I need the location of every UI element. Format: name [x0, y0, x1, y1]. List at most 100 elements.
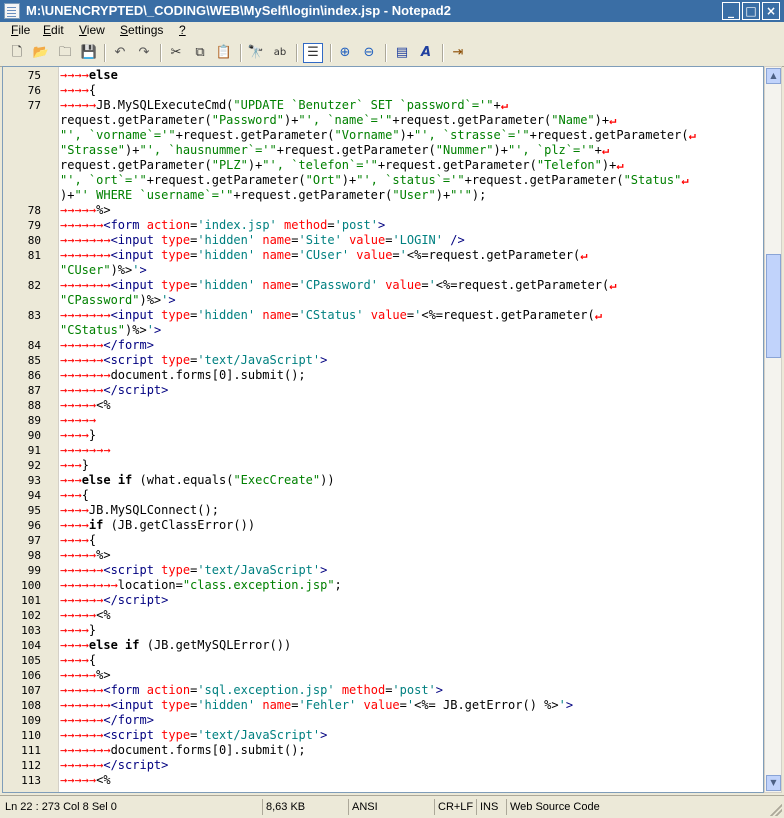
- code-line[interactable]: 98 →→→→→%>: [3, 548, 763, 563]
- code-line[interactable]: "', `vorname`='"+request.getParameter("V…: [3, 128, 763, 143]
- code-editor[interactable]: 75 →→→→else 76 →→→→{77 →→→→→JB.MySQLExecuteC…: [2, 66, 764, 793]
- code-line[interactable]: 80 →→→→→→→<input type='hidden' name='Site…: [3, 233, 763, 248]
- code-line[interactable]: 110 →→→→→→<script type='text/JavaScript'>: [3, 728, 763, 743]
- font-icon[interactable]: A: [416, 43, 436, 63]
- status-line-endings[interactable]: CR+LF: [434, 799, 476, 815]
- save-icon[interactable]: 💾: [79, 43, 99, 63]
- code-text[interactable]: →→→→}: [60, 428, 96, 443]
- code-text[interactable]: →→→else if (what.equals("ExecCreate")): [60, 473, 335, 488]
- code-text[interactable]: →→→→→→</script>: [60, 758, 168, 773]
- code-line[interactable]: 99 →→→→→→<script type='text/JavaScript'>: [3, 563, 763, 578]
- title-bar[interactable]: M:\UNENCRYPTED\_CODING\WEB\MySelf\login\…: [0, 0, 784, 22]
- code-line[interactable]: 84 →→→→→→</form>: [3, 338, 763, 353]
- code-text[interactable]: →→→→→→<script type='text/JavaScript'>: [60, 563, 327, 578]
- code-line[interactable]: 108 →→→→→→→<input type='hidden' name='Feh…: [3, 698, 763, 713]
- code-line[interactable]: 93 →→→else if (what.equals("ExecCreate")): [3, 473, 763, 488]
- code-text[interactable]: →→→→→→→→location="class.exception.jsp";: [60, 578, 342, 593]
- code-line[interactable]: "CUser")%>'>: [3, 263, 763, 278]
- undo-icon[interactable]: ↶: [110, 43, 130, 63]
- exit-icon[interactable]: ⇥: [448, 43, 468, 63]
- code-line[interactable]: 82 →→→→→→→<input type='hidden' name='CPas…: [3, 278, 763, 293]
- code-text[interactable]: "', `vorname`='"+request.getParameter("V…: [60, 128, 696, 143]
- code-text[interactable]: →→→→→%>: [60, 668, 111, 683]
- code-text[interactable]: request.getParameter("Password")+"', `na…: [60, 113, 616, 128]
- menu-settings[interactable]: Settings: [120, 23, 163, 37]
- scheme-icon[interactable]: ▤: [392, 43, 412, 63]
- code-line[interactable]: )+"' WHERE `username`='"+request.getPara…: [3, 188, 763, 203]
- scroll-thumb[interactable]: [766, 254, 781, 358]
- code-text[interactable]: →→→→→→</form>: [60, 713, 154, 728]
- code-text[interactable]: →→→→{: [60, 653, 96, 668]
- code-text[interactable]: "', `ort`='"+request.getParameter("Ort")…: [60, 173, 689, 188]
- code-line[interactable]: 79 →→→→→→<form action='index.jsp' method=…: [3, 218, 763, 233]
- open-file-icon[interactable]: 📂: [31, 43, 51, 63]
- code-line[interactable]: 105 →→→→{: [3, 653, 763, 668]
- code-line[interactable]: 75 →→→→else: [3, 68, 763, 83]
- resize-grip[interactable]: [770, 804, 782, 816]
- notepad-app-icon[interactable]: [4, 3, 20, 19]
- status-scheme[interactable]: Web Source Code: [506, 799, 766, 815]
- close-button[interactable]: ×: [762, 2, 780, 20]
- code-text[interactable]: →→→}: [60, 458, 89, 473]
- code-line[interactable]: 106 →→→→→%>: [3, 668, 763, 683]
- code-text[interactable]: )+"' WHERE `username`='"+request.getPara…: [60, 188, 486, 203]
- code-line[interactable]: 86 →→→→→→→document.forms[0].submit();: [3, 368, 763, 383]
- menu-edit[interactable]: Edit: [43, 23, 64, 37]
- code-text[interactable]: →→→→}: [60, 623, 96, 638]
- code-text[interactable]: →→→→→→→<input type='hidden' name='CStatu…: [60, 308, 602, 323]
- code-line[interactable]: 81 →→→→→→→<input type='hidden' name='CUse…: [3, 248, 763, 263]
- replace-icon[interactable]: ab: [270, 43, 290, 63]
- code-text[interactable]: →→→→→→<form action='sql.exception.jsp' m…: [60, 683, 443, 698]
- code-text[interactable]: →→→→→→</script>: [60, 593, 168, 608]
- code-line[interactable]: 112 →→→→→→</script>: [3, 758, 763, 773]
- code-text[interactable]: →→→→→→<script type='text/JavaScript'>: [60, 353, 327, 368]
- code-line[interactable]: 95 →→→→JB.MySQLConnect();: [3, 503, 763, 518]
- code-text[interactable]: →→→→→<%: [60, 773, 111, 788]
- code-line[interactable]: 97 →→→→{: [3, 533, 763, 548]
- status-insert-mode[interactable]: INS: [476, 799, 506, 815]
- minimize-button[interactable]: _: [722, 2, 740, 20]
- code-line[interactable]: 85 →→→→→→<script type='text/JavaScript'>: [3, 353, 763, 368]
- code-text[interactable]: →→→→→→→<input type='hidden' name='Site' …: [60, 233, 465, 248]
- code-text[interactable]: →→→→→→<form action='index.jsp' method='p…: [60, 218, 385, 233]
- zoom-in-icon[interactable]: ⊕: [335, 43, 355, 63]
- word-wrap-icon[interactable]: ☰: [303, 43, 323, 63]
- code-line[interactable]: 101 →→→→→→</script>: [3, 593, 763, 608]
- code-line[interactable]: 83 →→→→→→→<input type='hidden' name='CSta…: [3, 308, 763, 323]
- code-line[interactable]: "', `ort`='"+request.getParameter("Ort")…: [3, 173, 763, 188]
- code-text[interactable]: →→→→→<%: [60, 608, 111, 623]
- code-line[interactable]: 77 →→→→→JB.MySQLExecuteCmd("UPDATE `Benut…: [3, 98, 763, 113]
- status-encoding[interactable]: ANSI: [348, 799, 432, 815]
- code-line[interactable]: 113 →→→→→<%: [3, 773, 763, 788]
- code-line[interactable]: 100 →→→→→→→→location="class.exception.jsp…: [3, 578, 763, 593]
- code-line[interactable]: request.getParameter("Password")+"', `na…: [3, 113, 763, 128]
- code-text[interactable]: →→→→if (JB.getClassError()): [60, 518, 255, 533]
- vertical-scrollbar[interactable]: ▲ ▼: [764, 66, 782, 793]
- code-text[interactable]: →→→→→→→document.forms[0].submit();: [60, 743, 306, 758]
- code-line[interactable]: 87 →→→→→→</script>: [3, 383, 763, 398]
- code-line[interactable]: 111 →→→→→→→document.forms[0].submit();: [3, 743, 763, 758]
- code-text[interactable]: "CPassword")%>'>: [60, 293, 176, 308]
- code-text[interactable]: →→→→→→→<input type='hidden' name='Fehler…: [60, 698, 573, 713]
- code-line[interactable]: 92 →→→}: [3, 458, 763, 473]
- code-text[interactable]: →→→→→<%: [60, 398, 111, 413]
- code-text[interactable]: →→→→else if (JB.getMySQLError()): [60, 638, 291, 653]
- code-line[interactable]: 90 →→→→}: [3, 428, 763, 443]
- code-line[interactable]: 91 →→→→→→→: [3, 443, 763, 458]
- new-file-icon[interactable]: 🗋: [7, 43, 27, 63]
- code-lines[interactable]: 75 →→→→else 76 →→→→{77 →→→→→JB.MySQLExecuteC…: [3, 68, 763, 788]
- code-text[interactable]: "CUser")%>'>: [60, 263, 147, 278]
- code-line[interactable]: 94 →→→{: [3, 488, 763, 503]
- code-line[interactable]: 102 →→→→→<%: [3, 608, 763, 623]
- maximize-button[interactable]: □: [742, 2, 760, 20]
- code-text[interactable]: →→→→→%>: [60, 203, 111, 218]
- code-text[interactable]: →→→→→: [60, 413, 96, 428]
- code-line[interactable]: "CPassword")%>'>: [3, 293, 763, 308]
- code-text[interactable]: →→→→→→</script>: [60, 383, 168, 398]
- find-icon[interactable]: 🔭: [246, 43, 266, 63]
- code-text[interactable]: →→→{: [60, 488, 89, 503]
- code-line[interactable]: 104 →→→→else if (JB.getMySQLError()): [3, 638, 763, 653]
- code-text[interactable]: →→→→→→→document.forms[0].submit();: [60, 368, 306, 383]
- code-text[interactable]: →→→→→JB.MySQLExecuteCmd("UPDATE `Benutze…: [60, 98, 508, 113]
- code-text[interactable]: "Strasse")+"', `hausnummer`='"+request.g…: [60, 143, 609, 158]
